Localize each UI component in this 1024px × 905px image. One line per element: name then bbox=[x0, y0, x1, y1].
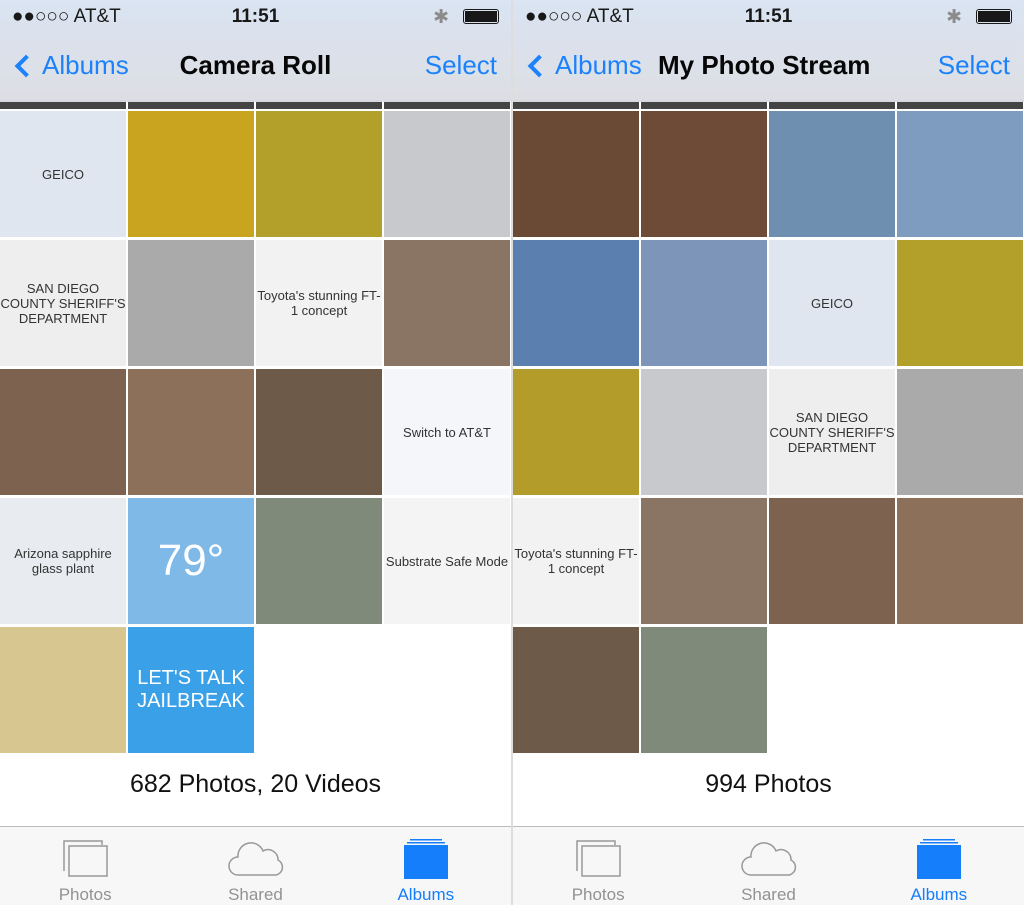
photo-thumbnail[interactable] bbox=[513, 111, 639, 237]
nav-bar: Albums Camera Roll Select bbox=[0, 50, 511, 86]
photo-thumbnail[interactable] bbox=[513, 240, 639, 366]
tab-label: Albums bbox=[397, 885, 455, 904]
photo-thumbnail[interactable] bbox=[641, 240, 767, 366]
photo-thumbnail[interactable] bbox=[897, 498, 1023, 624]
photo-thumbnail[interactable] bbox=[0, 369, 126, 495]
tab-label: Shared bbox=[228, 885, 283, 904]
photo-thumbnail[interactable] bbox=[384, 240, 510, 366]
photo-thumbnail[interactable] bbox=[897, 240, 1023, 366]
status-bar: ●●○○○ AT&T 11:51 ✱ bbox=[0, 6, 511, 28]
photo-thumbnail[interactable] bbox=[384, 111, 510, 237]
photo-thumbnail[interactable] bbox=[513, 627, 639, 753]
photos-icon bbox=[63, 840, 108, 877]
photo-thumbnail[interactable]: Substrate Safe Mode bbox=[384, 498, 510, 624]
tab-label: Photos bbox=[571, 885, 625, 904]
header: ●●○○○ AT&T 11:51 ✱ Albums Camera Roll Se… bbox=[0, 0, 511, 102]
back-button[interactable]: Albums bbox=[525, 50, 642, 81]
photo-thumbnail[interactable] bbox=[769, 111, 895, 237]
photo-thumbnail[interactable] bbox=[128, 240, 254, 366]
photo-thumbnail[interactable]: Toyota's stunning FT-1 concept bbox=[256, 240, 382, 366]
albums-icon bbox=[916, 839, 961, 879]
tab-albums[interactable]: Albums bbox=[366, 827, 486, 905]
battery-icon bbox=[463, 9, 499, 24]
tab-photos[interactable]: Photos bbox=[538, 827, 658, 905]
photo-thumbnail[interactable] bbox=[641, 111, 767, 237]
nav-bar: Albums My Photo Stream Select bbox=[513, 50, 1024, 86]
status-bar: ●●○○○ AT&T 11:51 ✱ bbox=[513, 6, 1024, 28]
albums-icon bbox=[403, 839, 448, 879]
photo-thumbnail[interactable] bbox=[769, 498, 895, 624]
photo-count: 994 Photos bbox=[705, 770, 832, 798]
header: ●●○○○ AT&T 11:51 ✱ Albums My Photo Strea… bbox=[513, 0, 1024, 102]
tab-shared[interactable]: Shared bbox=[195, 827, 315, 905]
photo-thumbnail[interactable]: 79° bbox=[128, 498, 254, 624]
photo-thumbnail[interactable] bbox=[513, 369, 639, 495]
tab-label: Shared bbox=[741, 885, 796, 904]
photo-thumbnail[interactable] bbox=[0, 627, 126, 753]
photo-thumbnail[interactable]: LET'S TALK JAILBREAK bbox=[128, 627, 254, 753]
tab-photos[interactable]: Photos bbox=[25, 827, 145, 905]
select-button[interactable]: Select bbox=[425, 50, 497, 81]
photo-thumbnail[interactable] bbox=[641, 627, 767, 753]
chevron-left-icon bbox=[527, 54, 551, 77]
photo-grid: GEICO SAN DIEGO COUNTY SHERIFF'S DEPARTME… bbox=[513, 111, 1023, 753]
photo-count: 682 Photos, 20 Videos bbox=[129, 770, 382, 798]
photo-thumbnail[interactable] bbox=[256, 369, 382, 495]
photo-thumbnail[interactable]: Toyota's stunning FT-1 concept bbox=[513, 498, 639, 624]
photo-thumbnail[interactable] bbox=[256, 111, 382, 237]
page-title: My Photo Stream bbox=[658, 50, 871, 80]
tab-label: Albums bbox=[910, 885, 968, 904]
tab-albums[interactable]: Albums bbox=[879, 827, 999, 905]
select-button[interactable]: Select bbox=[938, 50, 1010, 81]
tab-shared[interactable]: Shared bbox=[708, 827, 828, 905]
tab-bar: Photos Shared Albums bbox=[0, 826, 511, 905]
photo-thumbnail[interactable]: GEICO bbox=[0, 111, 126, 237]
photo-thumbnail[interactable]: SAN DIEGO COUNTY SHERIFF'S DEPARTMENT bbox=[769, 369, 895, 495]
cloud-icon bbox=[228, 842, 284, 876]
photo-thumbnail[interactable]: SAN DIEGO COUNTY SHERIFF'S DEPARTMENT bbox=[0, 240, 126, 366]
tab-label: Photos bbox=[58, 885, 112, 904]
photo-thumbnail[interactable] bbox=[641, 369, 767, 495]
bluetooth-icon: ✱ bbox=[433, 7, 449, 28]
photo-stream-screen: GEICO SAN DIEGO COUNTY SHERIFF'S DEPARTME… bbox=[513, 0, 1024, 905]
cloud-icon bbox=[741, 842, 797, 876]
photo-grid: GEICO SAN DIEGO COUNTY SHERIFF'S DEPARTME… bbox=[0, 111, 510, 753]
back-label: Albums bbox=[555, 50, 642, 80]
photo-thumbnail[interactable] bbox=[897, 111, 1023, 237]
battery-icon bbox=[976, 9, 1012, 24]
photo-thumbnail[interactable]: Arizona sapphire glass plant bbox=[0, 498, 126, 624]
photo-thumbnail[interactable]: GEICO bbox=[769, 240, 895, 366]
photo-thumbnail[interactable] bbox=[128, 111, 254, 237]
camera-roll-screen: GEICO SAN DIEGO COUNTY SHERIFF'S DEPARTME… bbox=[0, 0, 511, 905]
bluetooth-icon: ✱ bbox=[946, 7, 962, 28]
photo-thumbnail[interactable]: Switch to AT&T bbox=[384, 369, 510, 495]
photo-thumbnail[interactable] bbox=[897, 369, 1023, 495]
photo-thumbnail[interactable] bbox=[641, 498, 767, 624]
photos-icon bbox=[576, 840, 621, 877]
photo-thumbnail[interactable] bbox=[128, 369, 254, 495]
photo-thumbnail[interactable] bbox=[256, 498, 382, 624]
tab-bar: Photos Shared Albums bbox=[513, 826, 1024, 905]
